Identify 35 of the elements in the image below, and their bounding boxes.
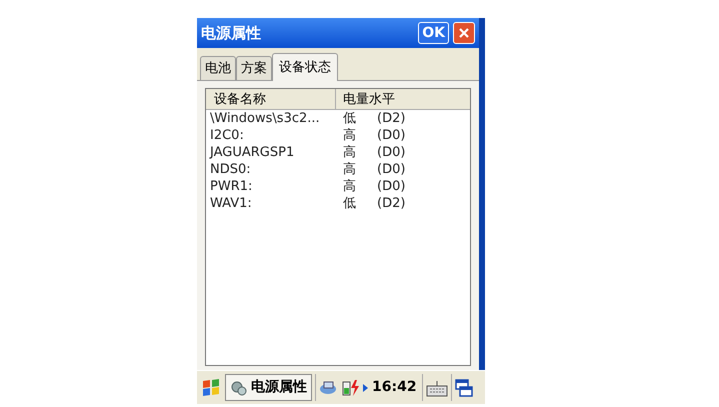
table-cell-text: 高 (342, 144, 357, 161)
table-cell-text: 高 (342, 178, 357, 195)
table-cell: (D0) (376, 144, 406, 161)
table-cell: (D2) (376, 110, 406, 127)
table-cell-text: 低 (342, 195, 357, 212)
triangle-icon[interactable] (363, 384, 368, 392)
network-icon[interactable] (319, 380, 339, 396)
taskbar-button[interactable]: 电源属性 (225, 374, 312, 401)
table-cell: (D0) (376, 127, 406, 144)
battery-icon[interactable] (341, 378, 361, 396)
tab[interactable]: 电池 (200, 56, 236, 80)
window-title: 电源属性 (201, 22, 262, 44)
table-cell: (D2) (376, 195, 406, 212)
tab[interactable]: 方案 (236, 56, 272, 80)
keyboard-icon[interactable] (426, 378, 448, 396)
table-cell-text: WAV1: (209, 195, 253, 212)
close-button[interactable] (453, 22, 475, 44)
clock: 16:42 (371, 378, 418, 397)
column-header[interactable]: 设备名称 (206, 89, 336, 109)
table-cell-text: 高 (342, 127, 357, 144)
table-cell-text: NDS0: (209, 161, 252, 178)
windows-flag-icon[interactable] (200, 378, 222, 398)
table-cell-text: JAGUARGSP1 (208, 144, 296, 161)
table-cell-text: 低 (342, 110, 357, 127)
table-cell-text: I2C0: (209, 127, 245, 144)
windows-icon[interactable] (454, 378, 473, 396)
column-header[interactable]: 电量水平 (336, 89, 470, 109)
table-cell: (D0) (376, 161, 406, 178)
close-icon (458, 27, 470, 39)
tab[interactable]: 设备状态 (272, 53, 338, 81)
table-cell-text: 高 (342, 161, 357, 178)
table-cell-text: PWR1: (209, 178, 254, 195)
table-cell-text: \Windows\s3c2... (209, 110, 321, 127)
ok-button[interactable]: OK (418, 22, 449, 44)
table-cell: (D0) (376, 178, 406, 195)
